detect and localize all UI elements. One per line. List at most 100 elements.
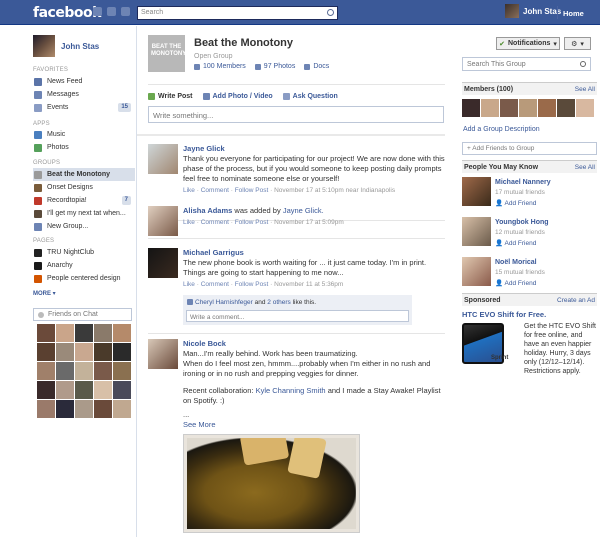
avatar[interactable]	[56, 400, 74, 418]
avatar[interactable]	[37, 381, 55, 399]
post-author[interactable]: Alisha Adams	[183, 206, 232, 215]
post-author[interactable]: Nicole Bock	[183, 339, 445, 349]
follow-post-link[interactable]: Follow Post	[235, 219, 269, 226]
avatar[interactable]	[94, 400, 112, 418]
avatar[interactable]	[37, 400, 55, 418]
sidebar-item-next-tat[interactable]: I'll get my next tat when...	[33, 207, 135, 220]
others-link[interactable]: 2 others	[267, 299, 291, 306]
mutual-friends[interactable]: 17 mutual friends	[495, 189, 545, 196]
settings-button[interactable]: ⚙ ▾	[564, 37, 591, 50]
photos-link[interactable]: 97 Photos	[254, 63, 295, 70]
sidebar-item-onset-designs[interactable]: Onset Designs	[33, 181, 135, 194]
post-author[interactable]: Jayne Glick	[183, 144, 445, 154]
avatar[interactable]	[113, 362, 131, 380]
comment-link[interactable]: Comment	[201, 281, 229, 288]
messages-icon[interactable]	[107, 7, 116, 16]
add-friend-button[interactable]: 👤 Add Friend	[495, 279, 536, 287]
avatar[interactable]	[37, 343, 55, 361]
like-link[interactable]: Like	[183, 187, 195, 194]
avatar[interactable]	[37, 362, 55, 380]
avatar[interactable]	[113, 343, 131, 361]
avatar[interactable]	[56, 362, 74, 380]
avatar[interactable]	[113, 381, 131, 399]
friends-on-chat-input[interactable]: Friends on Chat	[33, 308, 132, 321]
sidebar-item-anarchy[interactable]: Anarchy	[33, 259, 135, 272]
create-ad-link[interactable]: Create an Ad	[557, 297, 595, 304]
avatar[interactable]	[519, 99, 537, 117]
tagged-person-link[interactable]: Kyle Channing Smith	[256, 386, 326, 395]
avatar[interactable]	[576, 99, 594, 117]
add-friends-input[interactable]: + Add Friends to Group	[462, 142, 597, 155]
person-name[interactable]: Youngbok Hong	[495, 219, 549, 226]
person-name[interactable]: Michael Nannery	[495, 179, 551, 186]
avatar[interactable]	[148, 144, 178, 174]
search-icon[interactable]	[580, 61, 586, 67]
avatar[interactable]	[113, 400, 131, 418]
notifications-button[interactable]: ✔ Notifications ▾	[496, 37, 560, 50]
post-photo[interactable]	[183, 434, 360, 533]
notifications-icon[interactable]	[121, 7, 130, 16]
see-all-link[interactable]: See All	[575, 86, 595, 93]
comment-link[interactable]: Comment	[201, 219, 229, 226]
avatar[interactable]	[75, 381, 93, 399]
avatar[interactable]	[56, 381, 74, 399]
avatar[interactable]	[75, 362, 93, 380]
see-more-link[interactable]: See More	[183, 420, 445, 430]
sidebar-item-photos[interactable]: Photos	[33, 141, 135, 154]
person-name[interactable]: Noël Morical	[495, 259, 537, 266]
top-profile-link[interactable]: John Stas	[505, 4, 561, 18]
avatar[interactable]	[462, 177, 491, 206]
avatar[interactable]	[75, 324, 93, 342]
avatar[interactable]	[500, 99, 518, 117]
page-title[interactable]: Beat the Monotony	[194, 37, 293, 49]
profile-link[interactable]: John Stas	[33, 35, 99, 57]
sidebar-item-news-feed[interactable]: News Feed	[33, 75, 135, 88]
mutual-friends[interactable]: 15 mutual friends	[495, 269, 545, 276]
friend-requests-icon[interactable]	[93, 7, 102, 16]
write-something-input[interactable]: Write something...	[148, 106, 444, 123]
tab-ask-question[interactable]: Ask Question	[282, 93, 338, 100]
avatar[interactable]	[94, 362, 112, 380]
sidebar-item-messages[interactable]: Messages	[33, 88, 135, 101]
like-link[interactable]: Like	[183, 281, 195, 288]
avatar[interactable]	[481, 99, 499, 117]
sidebar-item-people-centered-design[interactable]: People centered design	[33, 272, 135, 285]
facebook-logo[interactable]: facebook	[33, 5, 101, 21]
add-friend-button[interactable]: 👤 Add Friend	[495, 199, 536, 207]
home-link[interactable]: Home	[563, 9, 584, 18]
tab-add-photo[interactable]: Add Photo / Video	[202, 93, 273, 100]
avatar[interactable]	[56, 343, 74, 361]
write-comment-input[interactable]: Write a comment...	[186, 310, 409, 322]
sidebar-item-events[interactable]: Events 15	[33, 101, 135, 114]
liker-link[interactable]: Cheryl Harnishfeger	[195, 299, 253, 306]
avatar[interactable]	[538, 99, 556, 117]
ad-title[interactable]: HTC EVO Shift for Free.	[462, 310, 546, 319]
avatar[interactable]	[148, 248, 178, 278]
group-picture[interactable]: BEAT THE MONOTONY	[148, 35, 186, 72]
avatar[interactable]	[94, 343, 112, 361]
post-author[interactable]: Michael Garrigus	[183, 248, 445, 258]
sidebar-item-beat-the-monotony[interactable]: Beat the Monotony	[33, 168, 135, 181]
avatar[interactable]	[56, 324, 74, 342]
sidebar-item-new-group[interactable]: New Group...	[33, 220, 135, 233]
group-search-input[interactable]: Search This Group	[462, 57, 591, 71]
search-icon[interactable]	[327, 9, 334, 16]
target-link[interactable]: Jayne Glick.	[283, 206, 324, 215]
avatar[interactable]	[462, 99, 480, 117]
avatar[interactable]	[94, 324, 112, 342]
avatar[interactable]	[148, 339, 178, 369]
avatar[interactable]	[113, 324, 131, 342]
avatar[interactable]	[37, 324, 55, 342]
avatar[interactable]	[75, 400, 93, 418]
mutual-friends[interactable]: 12 mutual friends	[495, 229, 545, 236]
like-link[interactable]: Like	[183, 219, 195, 226]
see-all-link[interactable]: See All	[575, 164, 595, 171]
avatar[interactable]	[148, 206, 178, 236]
avatar[interactable]	[557, 99, 575, 117]
sidebar-item-recordtopia[interactable]: Recordtopia! 7	[33, 194, 135, 207]
tab-write-post[interactable]: Write Post	[148, 93, 193, 100]
avatar[interactable]	[75, 343, 93, 361]
members-link[interactable]: 100 Members	[194, 63, 246, 70]
avatar[interactable]	[462, 257, 491, 286]
search-input[interactable]: Search	[137, 6, 338, 20]
